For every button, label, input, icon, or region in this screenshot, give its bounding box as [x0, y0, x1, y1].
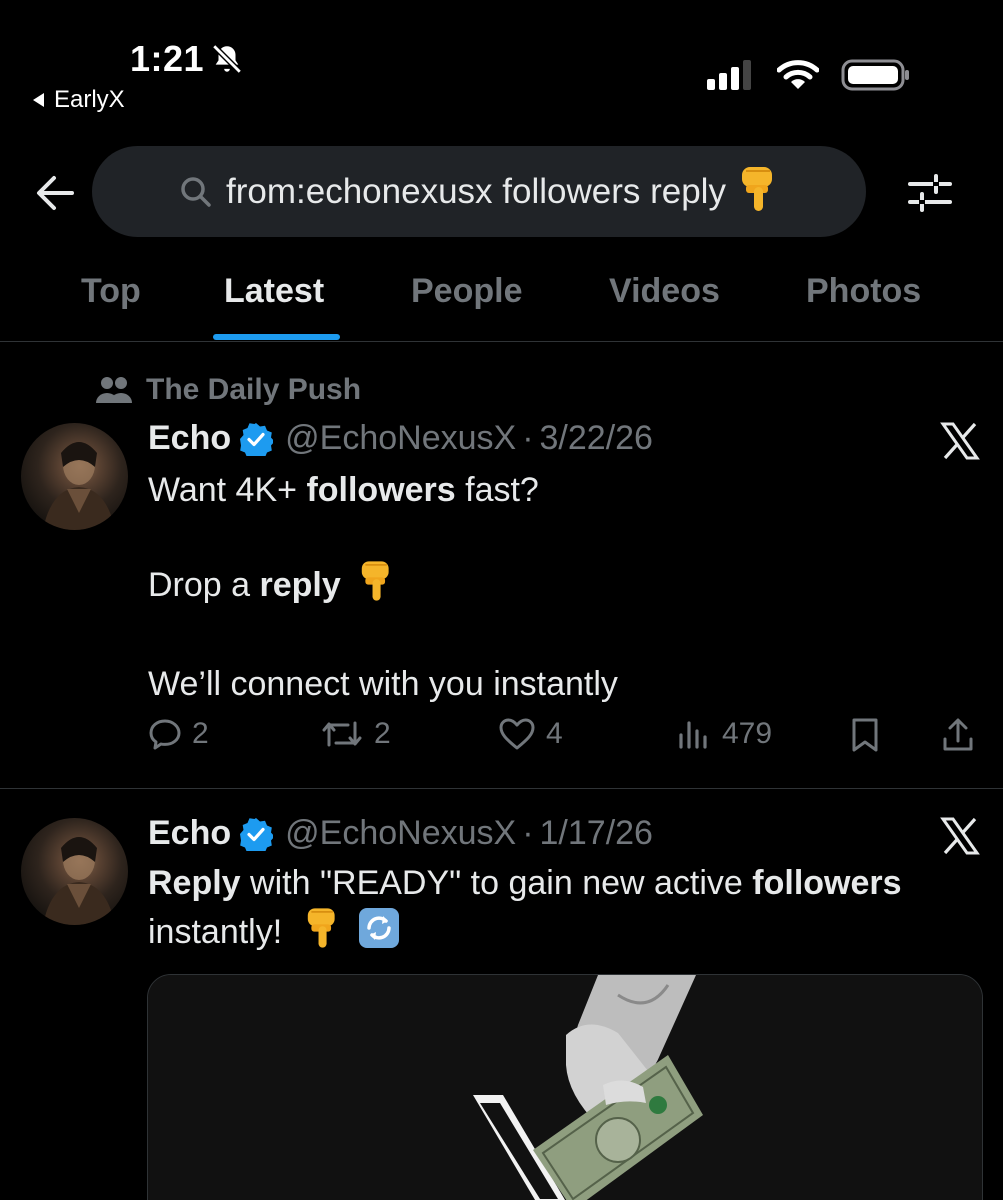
text-segment: instantly!: [148, 912, 283, 951]
user-handle[interactable]: @EchoNexusX: [285, 814, 516, 853]
reply-icon: [149, 719, 181, 750]
highlight-term: followers: [306, 471, 456, 509]
post-media-image[interactable]: [147, 974, 983, 1200]
tab-videos[interactable]: Videos: [609, 272, 720, 311]
like-count: 4: [546, 717, 563, 750]
post-item[interactable]: The Daily Push Echo @EchoNexusX · 3/22/2…: [0, 343, 1003, 789]
post-header: Echo @EchoNexusX · 1/17/26: [148, 814, 653, 853]
search-emoji: [740, 165, 778, 218]
verified-badge-icon: [239, 817, 274, 851]
post-text-line-1: Want 4K+ followers fast?: [148, 467, 618, 513]
post-text-line-2: Drop a reply: [148, 559, 618, 615]
social-context-label: The Daily Push: [146, 373, 362, 406]
pointing-down-emoji-icon: [306, 906, 340, 962]
display-name[interactable]: Echo: [148, 814, 231, 853]
back-to-app-link[interactable]: EarlyX: [30, 86, 125, 114]
reply-button[interactable]: 2: [148, 717, 209, 751]
bookmark-button[interactable]: [848, 717, 882, 753]
silent-bell-icon: [212, 44, 242, 74]
tab-photos[interactable]: Photos: [806, 272, 921, 311]
heart-icon: [499, 718, 535, 750]
social-context[interactable]: The Daily Push: [96, 373, 361, 407]
post-date[interactable]: 1/17/26: [540, 814, 653, 853]
avatar[interactable]: [21, 423, 128, 530]
status-time: 1:21: [130, 38, 244, 80]
verified-badge-icon: [239, 422, 274, 456]
post-text: Want 4K+ followers fast? Drop a reply We…: [148, 467, 618, 707]
active-tab-indicator: [213, 334, 340, 340]
search-tabs: Top Latest People Videos Photos: [0, 254, 1003, 342]
refresh-emoji-icon: [357, 906, 401, 962]
small-back-triangle-icon: [33, 93, 44, 107]
x-logo-icon[interactable]: [940, 421, 980, 461]
hand-holding-dollar-image-icon: [148, 975, 982, 1200]
repost-icon: [322, 721, 362, 747]
highlight-term: followers: [752, 864, 902, 902]
community-icon: [96, 377, 132, 403]
tab-people[interactable]: People: [411, 272, 522, 311]
text-segment: Drop a: [148, 565, 260, 604]
filter-sliders-icon[interactable]: [906, 170, 954, 214]
search-input[interactable]: from:echonexusx followers reply: [92, 146, 866, 237]
post-header: Echo @EchoNexusX · 3/22/26: [148, 419, 653, 458]
x-logo-icon[interactable]: [940, 816, 980, 856]
post-text: Reply with "READY" to gain new active fo…: [148, 860, 978, 962]
view-count: 479: [722, 717, 773, 750]
display-name[interactable]: Echo: [148, 419, 231, 458]
cellular-signal-icon: [707, 60, 751, 90]
views-icon: [679, 721, 707, 749]
highlight-term: Reply: [148, 864, 241, 902]
pointing-down-emoji-icon: [360, 559, 394, 615]
status-time-text: 1:21: [130, 38, 205, 79]
views-button[interactable]: 479: [676, 717, 772, 751]
like-button[interactable]: 4: [498, 717, 563, 751]
post-actions: 2 2 4 479: [148, 717, 983, 761]
avatar[interactable]: [21, 818, 128, 925]
pointing-down-emoji-icon: [741, 167, 772, 211]
status-indicators: [707, 58, 911, 92]
post-date[interactable]: 3/22/26: [540, 419, 653, 458]
avatar-portrait-icon: [43, 442, 115, 530]
repost-count: 2: [374, 717, 391, 750]
post-item[interactable]: Echo @EchoNexusX · 1/17/26 Reply with "R…: [0, 790, 1003, 1200]
bookmark-icon: [852, 718, 878, 752]
highlight-term: reply: [259, 565, 341, 604]
separator-dot: ·: [522, 419, 534, 457]
post-text-line-3: We’ll connect with you instantly: [148, 665, 618, 703]
share-icon: [943, 718, 973, 751]
back-app-label: EarlyX: [54, 86, 125, 113]
repost-button[interactable]: 2: [320, 717, 391, 751]
back-arrow-icon[interactable]: [34, 172, 76, 214]
reply-count: 2: [192, 717, 209, 750]
user-handle[interactable]: @EchoNexusX: [285, 419, 516, 458]
text-segment: Want 4K+: [148, 471, 307, 509]
wifi-icon: [777, 60, 819, 89]
search-query-text: from:echonexusx followers reply: [226, 171, 726, 211]
battery-icon: [841, 59, 909, 91]
search-icon: [181, 176, 211, 207]
separator-dot: ·: [522, 814, 534, 852]
tab-latest[interactable]: Latest: [224, 272, 324, 311]
tab-top[interactable]: Top: [81, 272, 141, 311]
text-segment: fast?: [455, 471, 539, 509]
text-segment: with "READY" to gain new active: [240, 864, 753, 902]
avatar-portrait-icon: [43, 837, 115, 925]
share-button[interactable]: [941, 717, 975, 753]
